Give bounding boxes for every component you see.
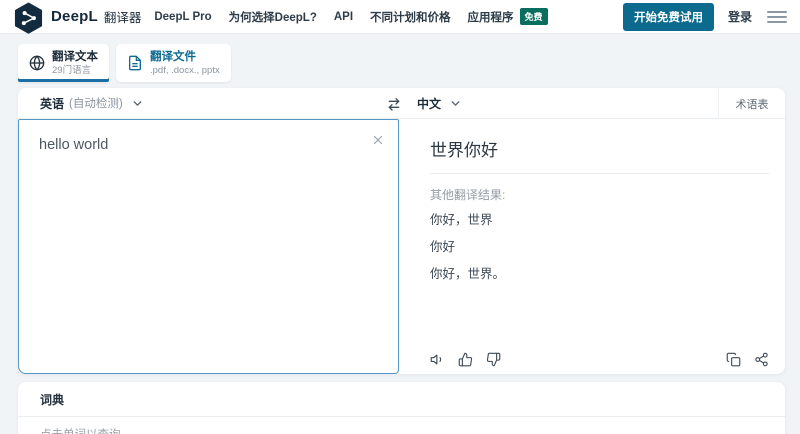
dictionary-section: 词典 点击单词以查询。 [18, 382, 785, 434]
tab-translate-files[interactable]: 翻译文件 .pdf, .docx., pptx [116, 44, 231, 82]
copy-icon[interactable] [726, 352, 741, 367]
thumbs-up-icon[interactable] [458, 352, 473, 367]
start-free-trial-button[interactable]: 开始免费试用 [622, 2, 714, 31]
auto-detect-label: (自动检测) [69, 98, 123, 110]
speaker-icon[interactable] [430, 352, 445, 367]
tab-sublabel: .pdf, .docx., pptx [150, 64, 220, 76]
alternative-translation[interactable]: 你好，世界。 [430, 265, 769, 284]
translation-toolbar [430, 352, 769, 367]
nav-item-api[interactable]: API [334, 11, 353, 23]
glossary-label: 术语表 [735, 98, 769, 111]
source-language-selector[interactable]: 英语 (自动检测) [18, 95, 144, 112]
tab-translate-text[interactable]: 翻译文本 29门语言 [18, 44, 109, 82]
globe-icon [29, 55, 45, 71]
thumbs-down-icon[interactable] [486, 352, 501, 367]
source-text-input[interactable]: hello world [19, 120, 398, 170]
mode-tabs: 翻译文本 29门语言 翻译文件 .pdf, .docx., pptx [18, 44, 231, 82]
translator-card: 英语 (自动检测) 中文 术语表 hello world 世界你好 其他翻译结果… [18, 88, 785, 374]
share-icon[interactable] [754, 352, 769, 367]
file-icon [127, 55, 143, 71]
deepl-logo-icon[interactable] [13, 2, 44, 35]
logo-product-label: 翻译器 [103, 11, 142, 25]
translation-divider [430, 173, 769, 174]
translation-text[interactable]: 世界你好 [430, 119, 769, 161]
top-navbar: DeepL 翻译器 DeepL Pro 为何选择DeepL? API 不同计划和… [0, 0, 800, 34]
translation-panel: 世界你好 其他翻译结果: 你好，世界 你好 你好，世界。 [399, 119, 785, 374]
source-language-label: 英语 [40, 96, 65, 111]
free-badge: 免费 [519, 7, 548, 26]
language-bar: 英语 (自动检测) 中文 术语表 [18, 88, 785, 119]
chevron-down-icon [449, 97, 462, 110]
dictionary-title: 词典 [40, 393, 65, 407]
chevron-down-icon [131, 97, 144, 110]
login-link[interactable]: 登录 [728, 8, 752, 25]
source-text-panel[interactable]: hello world [18, 119, 399, 374]
tab-sublabel: 29门语言 [52, 64, 92, 76]
main-nav: DeepL Pro 为何选择DeepL? API 不同计划和价格 应用程序 免费 [154, 7, 548, 26]
target-language-selector[interactable]: 中文 [417, 88, 462, 119]
clear-source-icon[interactable] [371, 133, 385, 147]
nav-item-apps[interactable]: 应用程序 [468, 9, 514, 25]
glossary-button[interactable]: 术语表 [718, 88, 785, 119]
alternatives-label: 其他翻译结果: [430, 188, 506, 202]
deepl-translator-page: DeepL 翻译器 DeepL Pro 为何选择DeepL? API 不同计划和… [0, 0, 800, 434]
tab-label: 翻译文件 [150, 50, 196, 63]
nav-item-plans-pricing[interactable]: 不同计划和价格 [370, 9, 451, 25]
nav-item-why-deepl[interactable]: 为何选择DeepL? [229, 9, 317, 25]
tab-label: 翻译文本 [52, 50, 98, 63]
navbar-actions: 开始免费试用 登录 [622, 2, 787, 31]
swap-languages-icon[interactable] [386, 96, 402, 112]
dictionary-hint: 点击单词以查询。 [18, 417, 785, 434]
target-language-label: 中文 [417, 97, 442, 111]
alternative-translation[interactable]: 你好，世界 [430, 211, 769, 230]
nav-item-deepl-pro[interactable]: DeepL Pro [154, 11, 211, 23]
logo-wordmark[interactable]: DeepL [51, 8, 98, 25]
menu-icon[interactable] [767, 8, 787, 26]
alternative-translation[interactable]: 你好 [430, 238, 769, 257]
